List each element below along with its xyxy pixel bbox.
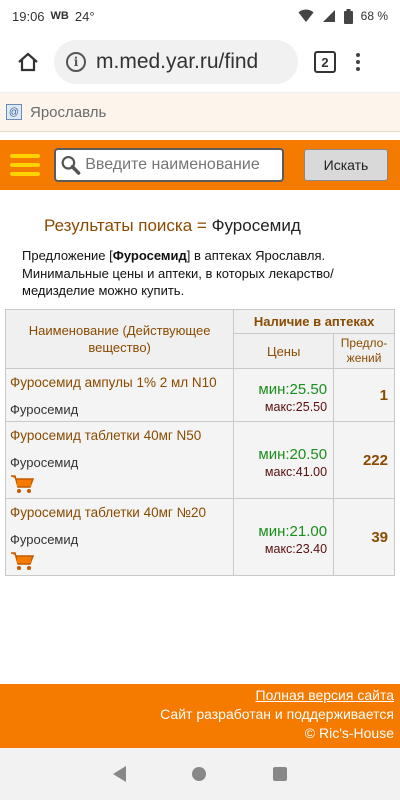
city-icon: @ — [6, 104, 22, 120]
table-row: Фуросемид таблетки 40мг №20 Фуросемид ми… — [4, 498, 395, 576]
product-cell: Фуросемид таблетки 40мг №20 Фуросемид — [4, 498, 235, 576]
header-prices: Цены — [233, 333, 335, 369]
signal-icon — [322, 10, 335, 22]
product-substance: Фуросемид — [10, 532, 79, 547]
price-cell: мин:21.00 макс:23.40 — [233, 498, 335, 576]
max-price: макс:23.40 — [264, 541, 328, 556]
battery-icon — [343, 8, 353, 24]
search-input[interactable] — [85, 156, 278, 174]
product-link[interactable]: Фуросемид таблетки 40мг N50 — [10, 428, 229, 443]
cart-icon[interactable] — [10, 474, 34, 494]
hamburger-menu-icon[interactable] — [10, 154, 42, 176]
header-name: Наименование (Действующее вещество) — [4, 309, 235, 369]
offers-count[interactable]: 1 — [333, 368, 395, 422]
home-circle-icon[interactable] — [192, 767, 207, 781]
price-cell: мин:25.50 макс:25.50 — [233, 368, 335, 422]
url-bar[interactable]: i m.med.yar.ru/find — [54, 40, 298, 84]
wifi-icon — [298, 9, 314, 22]
table-row: Фуросемид таблетки 40мг N50 Фуросемид ми… — [4, 421, 395, 499]
city-name[interactable]: Ярославль — [30, 104, 106, 121]
battery-percent: 68 % — [360, 9, 388, 23]
developer-text: Сайт разработан и поддерживается — [160, 706, 394, 722]
results-query: Фуросемид — [211, 216, 301, 235]
copyright-text: © Ric's-House — [304, 725, 394, 741]
browser-toolbar: i m.med.yar.ru/find 2 — [0, 32, 400, 92]
more-vert-icon[interactable] — [356, 53, 360, 71]
results-title: Результаты поиска = Фуросемид — [44, 216, 301, 236]
product-link[interactable]: Фуросемид таблетки 40мг №20 — [10, 505, 229, 520]
android-nav-bar — [0, 748, 400, 800]
max-price: макс:41.00 — [264, 464, 328, 479]
site-footer: Полная версия сайта Сайт разработан и по… — [0, 684, 400, 748]
city-bar: @ Ярославль — [0, 92, 400, 132]
info-icon[interactable]: i — [66, 52, 86, 72]
cart-icon[interactable] — [10, 551, 34, 571]
status-time: 19:06 — [12, 8, 45, 24]
weather-temperature: 24° — [74, 8, 95, 24]
status-bar: 19:06 WB 24° 68 % — [0, 0, 400, 32]
offers-count[interactable]: 222 — [333, 421, 395, 499]
full-version-link[interactable]: Полная версия сайта — [0, 686, 395, 705]
home-icon — [18, 52, 38, 72]
header-availability: Наличие в аптеках — [233, 309, 395, 334]
url-text: m.med.yar.ru/find — [96, 50, 259, 73]
product-substance: Фуросемид — [10, 455, 79, 470]
product-substance: Фуросемид — [10, 402, 79, 417]
min-price: мин:20.50 — [258, 445, 328, 463]
price-cell: мин:20.50 макс:41.00 — [233, 421, 335, 499]
product-cell: Фуросемид ампулы 1% 2 мл N10 Фуросемид — [4, 368, 235, 422]
description-before: Предложение [ — [22, 248, 113, 263]
description-query: Фуросемид — [112, 248, 187, 263]
tabs-button[interactable]: 2 — [314, 51, 336, 73]
product-cell: Фуросемид таблетки 40мг N50 Фуросемид — [4, 421, 235, 499]
home-button[interactable] — [8, 42, 48, 82]
results-table: Наименование (Действующее вещество) Нали… — [4, 309, 395, 576]
header-offers: Предло-жений — [333, 333, 395, 369]
results-title-prefix: Результаты поиска = — [44, 216, 212, 235]
search-button[interactable]: Искать — [304, 149, 388, 181]
results-description: Предложение [Фуросемид] в аптеках Яросла… — [22, 247, 382, 300]
recents-icon[interactable] — [272, 767, 287, 781]
table-header-row: Наименование (Действующее вещество) Нали… — [4, 309, 395, 369]
table-row: Фуросемид ампулы 1% 2 мл N10 Фуросемид м… — [4, 368, 395, 422]
min-price: мин:25.50 — [258, 380, 328, 398]
offers-count[interactable]: 39 — [333, 498, 395, 576]
search-field[interactable] — [54, 148, 284, 182]
min-price: мин:21.00 — [258, 522, 328, 540]
back-icon[interactable] — [113, 766, 127, 782]
search-bar: Искать — [0, 140, 400, 190]
search-icon — [61, 155, 81, 175]
max-price: макс:25.50 — [264, 399, 328, 414]
carrier-label: WB — [50, 10, 69, 22]
product-link[interactable]: Фуросемид ампулы 1% 2 мл N10 — [10, 375, 229, 390]
